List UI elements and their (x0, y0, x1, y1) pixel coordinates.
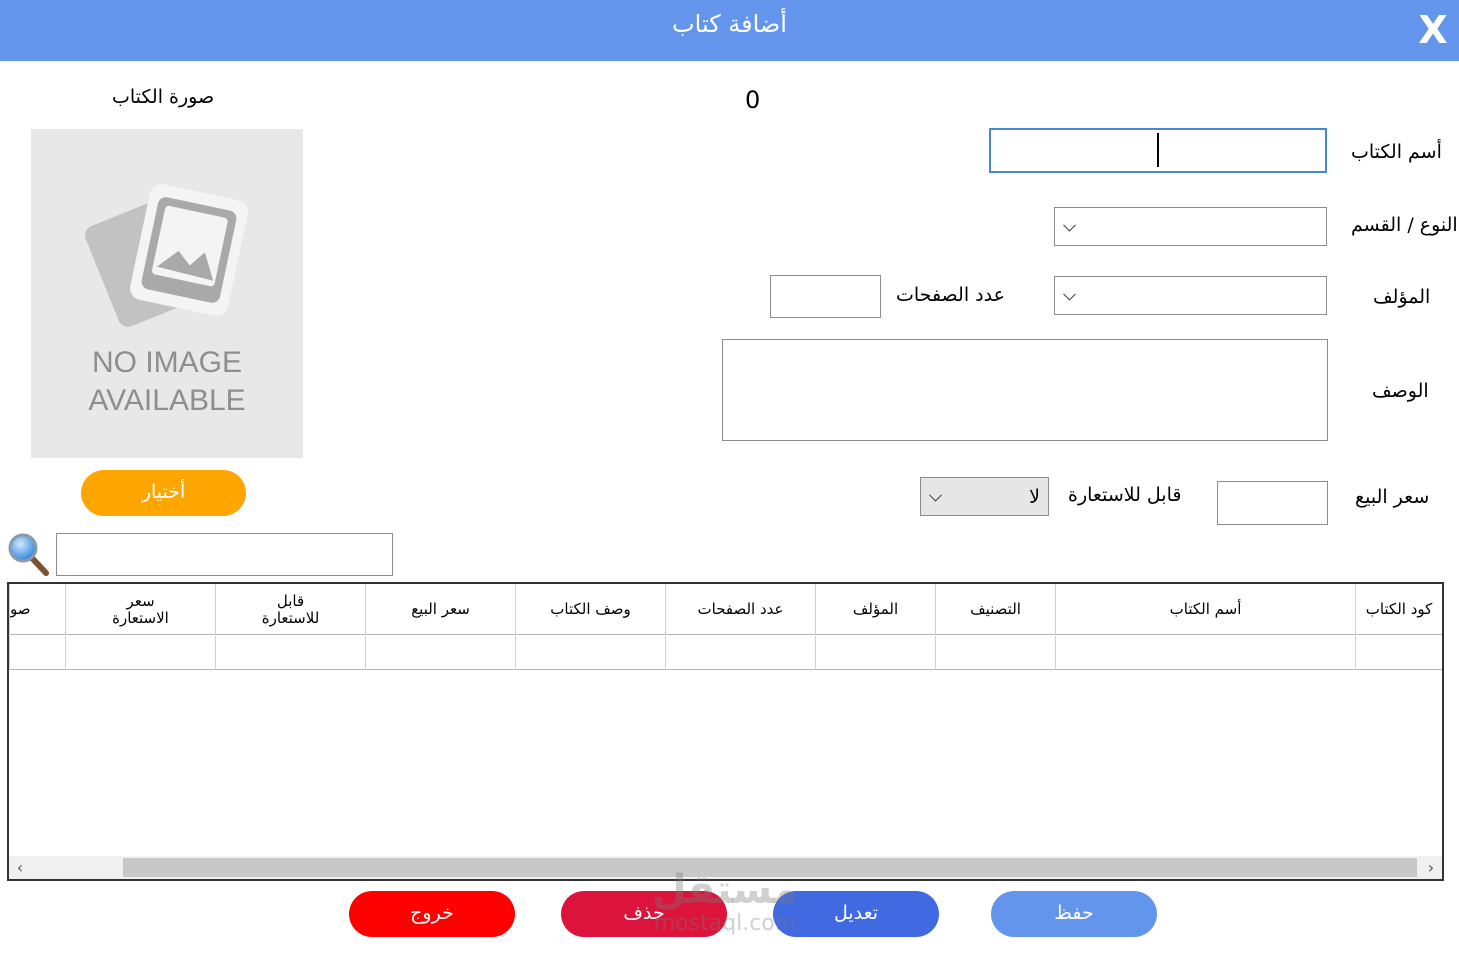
description-label: الوصف (1372, 380, 1429, 402)
table-cell[interactable] (9, 636, 65, 670)
borrowable-label: قابل للاستعارة (1068, 484, 1182, 506)
table-cell[interactable] (1055, 636, 1355, 670)
book-name-label: أسم الكتاب (1351, 141, 1442, 163)
table-row[interactable] (9, 636, 1442, 670)
borrowable-select[interactable]: لا (920, 477, 1049, 516)
author-select[interactable] (1054, 276, 1327, 315)
table-header: كود الكتاب أسم الكتاب التصنيف المؤلف عدد… (9, 584, 1442, 635)
delete-button[interactable]: حذف (561, 891, 727, 937)
borrowable-value: لا (1029, 486, 1040, 508)
table-cell[interactable] (515, 636, 665, 670)
chevron-down-icon (1063, 287, 1076, 301)
price-label: سعر البيع (1355, 486, 1430, 508)
window-titlebar: أضافة كتاب X (0, 0, 1459, 61)
table-cell[interactable] (665, 636, 815, 670)
exit-button[interactable]: خروج (349, 891, 515, 937)
column-header[interactable]: أسم الكتاب (1055, 584, 1355, 635)
column-header[interactable]: التصنيف (935, 584, 1055, 635)
search-icon[interactable] (6, 532, 50, 576)
table-cell[interactable] (215, 636, 365, 670)
chevron-down-icon (929, 488, 942, 502)
books-table[interactable]: كود الكتاب أسم الكتاب التصنيف المؤلف عدد… (7, 582, 1444, 881)
column-header[interactable]: سعر الاستعارة (65, 584, 215, 635)
pages-label: عدد الصفحات (896, 284, 1005, 306)
column-header[interactable]: وصف الكتاب (515, 584, 665, 635)
table-cell[interactable] (365, 636, 515, 670)
book-image-label: صورة الكتاب (112, 86, 215, 108)
column-header[interactable]: قابل للاستعارة (215, 584, 365, 635)
save-button[interactable]: حفظ (991, 891, 1157, 937)
author-label: المؤلف (1373, 286, 1431, 308)
horizontal-scrollbar[interactable]: ‹ › (9, 856, 1442, 879)
scrollbar-thumb[interactable] (123, 858, 1417, 877)
search-input[interactable] (56, 533, 393, 576)
column-header[interactable]: عدد الصفحات (665, 584, 815, 635)
book-image-placeholder: NO IMAGE AVAILABLE (31, 129, 303, 458)
column-header[interactable]: صو (9, 584, 65, 635)
window-title: أضافة كتاب (672, 10, 787, 38)
column-header[interactable]: كود الكتاب (1355, 584, 1442, 635)
category-label: النوع / القسم (1351, 214, 1458, 236)
chevron-down-icon (1063, 218, 1076, 232)
edit-button[interactable]: تعديل (773, 891, 939, 937)
table-cell[interactable] (935, 636, 1055, 670)
column-header[interactable]: سعر البيع (365, 584, 515, 635)
category-select[interactable] (1054, 207, 1327, 246)
price-input[interactable] (1217, 481, 1328, 525)
scroll-left-icon[interactable]: ‹ (11, 858, 29, 877)
scroll-right-icon[interactable]: › (1422, 858, 1440, 877)
no-image-line2: AVAILABLE (88, 384, 246, 417)
choose-image-button[interactable]: أختيار (81, 470, 246, 516)
no-image-icon (85, 184, 248, 327)
no-image-line1: NO IMAGE (91, 346, 242, 379)
table-cell[interactable] (1355, 636, 1442, 670)
record-counter: 0 (745, 86, 761, 114)
table-cell[interactable] (65, 636, 215, 670)
description-textarea[interactable] (722, 339, 1328, 441)
no-image-text: NO IMAGE AVAILABLE (31, 344, 303, 420)
text-caret (1157, 133, 1159, 167)
table-cell[interactable] (815, 636, 935, 670)
pages-input[interactable] (770, 275, 881, 318)
column-header[interactable]: المؤلف (815, 584, 935, 635)
close-icon[interactable]: X (1414, 10, 1452, 50)
